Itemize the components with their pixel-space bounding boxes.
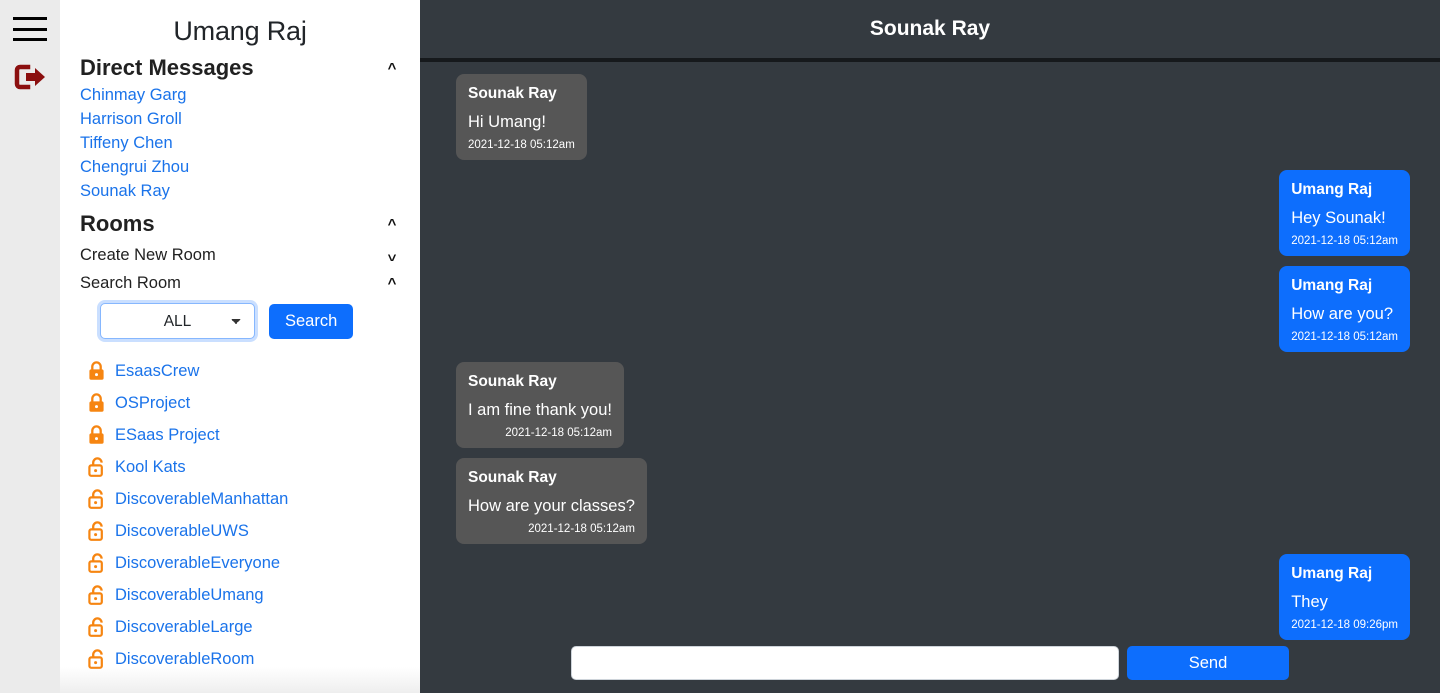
rooms-list: EsaasCrew OSProject ESaas Project Kool K… <box>80 355 400 675</box>
message-sender: Sounak Ray <box>468 85 557 102</box>
message-timestamp: 2021-12-18 05:12am <box>505 427 612 439</box>
unlocked-icon <box>88 457 105 477</box>
send-button[interactable]: Send <box>1127 646 1289 680</box>
dm-item[interactable]: Sounak Ray <box>80 179 400 203</box>
message-bubble-incoming: Sounak Ray How are your classes? 2021-12-1… <box>456 458 647 544</box>
dm-item[interactable]: Chinmay Garg <box>80 83 400 107</box>
locked-icon <box>88 361 105 381</box>
unlocked-icon <box>88 489 105 509</box>
message-composer: Send <box>420 633 1440 693</box>
message-text: I am fine thank you! <box>468 401 612 419</box>
room-list-item[interactable]: DiscoverableLarge <box>80 611 400 643</box>
app-root: Umang Raj Direct Messages ^ Chinmay Garg… <box>0 0 1440 693</box>
hamburger-menu-icon[interactable] <box>13 14 47 44</box>
message-timestamp: 2021-12-18 05:12am <box>1291 331 1398 343</box>
search-room-header[interactable]: Search Room ^ <box>80 274 400 293</box>
unlocked-icon <box>88 553 105 573</box>
message-sender: Umang Raj <box>1291 565 1373 582</box>
message-text: Hi Umang! <box>468 113 546 131</box>
locked-icon <box>88 393 105 413</box>
unlocked-icon <box>88 649 105 669</box>
search-room-label: Search Room <box>80 274 181 292</box>
room-list-item[interactable]: DiscoverableEveryone <box>80 547 400 579</box>
room-list-item[interactable]: DiscoverableRoom <box>80 643 400 675</box>
room-filter-select[interactable]: ALL <box>100 303 255 339</box>
room-name: DiscoverableUmang <box>115 585 264 604</box>
message-sender: Umang Raj <box>1291 181 1373 198</box>
unlocked-icon <box>88 585 105 605</box>
message-bubble-incoming: Sounak Ray I am fine thank you! 2021-12-18… <box>456 362 624 448</box>
message-bubble-outgoing: Umang Raj How are you? 2021-12-18 05:12am <box>1279 266 1410 352</box>
room-list-item[interactable]: Kool Kats <box>80 451 400 483</box>
message-timestamp: 2021-12-18 09:26pm <box>1291 619 1398 631</box>
chat-header-title: Sounak Ray <box>869 17 991 40</box>
message-timestamp: 2021-12-18 05:12am <box>468 139 575 151</box>
message-bubble-outgoing: Umang Raj They 2021-12-18 09:26pm <box>1279 554 1410 640</box>
create-new-room-header[interactable]: Create New Room ^ <box>80 246 400 265</box>
dm-item[interactable]: Tiffeny Chen <box>80 131 400 155</box>
message-text: How are your classes? <box>468 497 635 515</box>
dm-item[interactable]: Chengrui Zhou <box>80 155 400 179</box>
hamburger-bar <box>13 27 47 31</box>
rooms-section-header[interactable]: Rooms ^ <box>80 211 400 237</box>
rooms-label: Rooms <box>80 211 155 236</box>
room-name: DiscoverableEveryone <box>115 553 281 572</box>
room-name: DiscoverableRoom <box>115 649 255 668</box>
room-name: DiscoverableManhattan <box>115 489 289 508</box>
message-input[interactable] <box>571 646 1119 680</box>
message-timestamp: 2021-12-18 05:12am <box>528 523 635 535</box>
chevron-up-icon[interactable]: ^ <box>384 217 400 232</box>
search-button[interactable]: Search <box>269 303 354 339</box>
unlocked-icon <box>88 521 105 541</box>
message-bubble-outgoing: Umang Raj Hey Sounak! 2021-12-18 05:12am <box>1279 170 1410 256</box>
room-name: DiscoverableUWS <box>115 521 249 540</box>
room-name: DiscoverableLarge <box>115 617 253 636</box>
create-new-room-label: Create New Room <box>80 246 216 264</box>
message-sender: Sounak Ray <box>468 469 557 486</box>
message-text: Hey Sounak! <box>1291 209 1386 227</box>
chevron-up-icon[interactable]: ^ <box>384 61 400 76</box>
hamburger-bar <box>13 17 47 20</box>
direct-messages-section-header[interactable]: Direct Messages ^ <box>80 55 400 81</box>
page-title: Umang Raj <box>173 16 307 46</box>
direct-messages-label: Direct Messages <box>80 55 254 80</box>
room-list-item[interactable]: ESaas Project <box>80 419 400 451</box>
room-name: OSProject <box>115 393 191 412</box>
chat-pane: Sounak Ray Sounak Ray Hi Umang! 2021-12-18… <box>420 0 1440 693</box>
hamburger-bar <box>13 38 47 41</box>
room-name: Kool Kats <box>115 457 186 476</box>
locked-icon <box>88 425 105 445</box>
direct-messages-list: Chinmay Garg Harrison Groll Tiffeny Chen… <box>80 83 400 203</box>
sidebar: Umang Raj Direct Messages ^ Chinmay Garg… <box>60 0 420 693</box>
unlocked-icon <box>88 617 105 637</box>
dm-item[interactable]: Harrison Groll <box>80 107 400 131</box>
message-bubble-incoming: Sounak Ray Hi Umang! 2021-12-18 05:12am <box>456 74 587 160</box>
room-list-item[interactable]: DiscoverableUmang <box>80 579 400 611</box>
message-sender: Sounak Ray <box>468 373 557 390</box>
chat-header: Sounak Ray <box>420 0 1440 62</box>
message-text: They <box>1291 593 1328 611</box>
room-name: ESaas Project <box>115 425 220 444</box>
icon-rail <box>0 0 60 693</box>
message-timestamp: 2021-12-18 05:12am <box>1291 235 1398 247</box>
room-list-item[interactable]: DiscoverableUWS <box>80 515 400 547</box>
room-list-item[interactable]: EsaasCrew <box>80 355 400 387</box>
message-sender: Umang Raj <box>1291 277 1373 294</box>
message-text: How are you? <box>1291 305 1394 323</box>
room-name: EsaasCrew <box>115 361 200 380</box>
chevron-up-icon[interactable]: ^ <box>384 276 400 291</box>
logout-icon[interactable] <box>13 62 47 92</box>
room-list-item[interactable]: DiscoverableManhattan <box>80 483 400 515</box>
room-list-item[interactable]: OSProject <box>80 387 400 419</box>
message-list: Sounak Ray Hi Umang! 2021-12-18 05:12am Uma… <box>420 62 1440 693</box>
chevron-down-icon[interactable]: ^ <box>384 247 400 264</box>
search-room-controls: ALL Search <box>80 303 400 339</box>
